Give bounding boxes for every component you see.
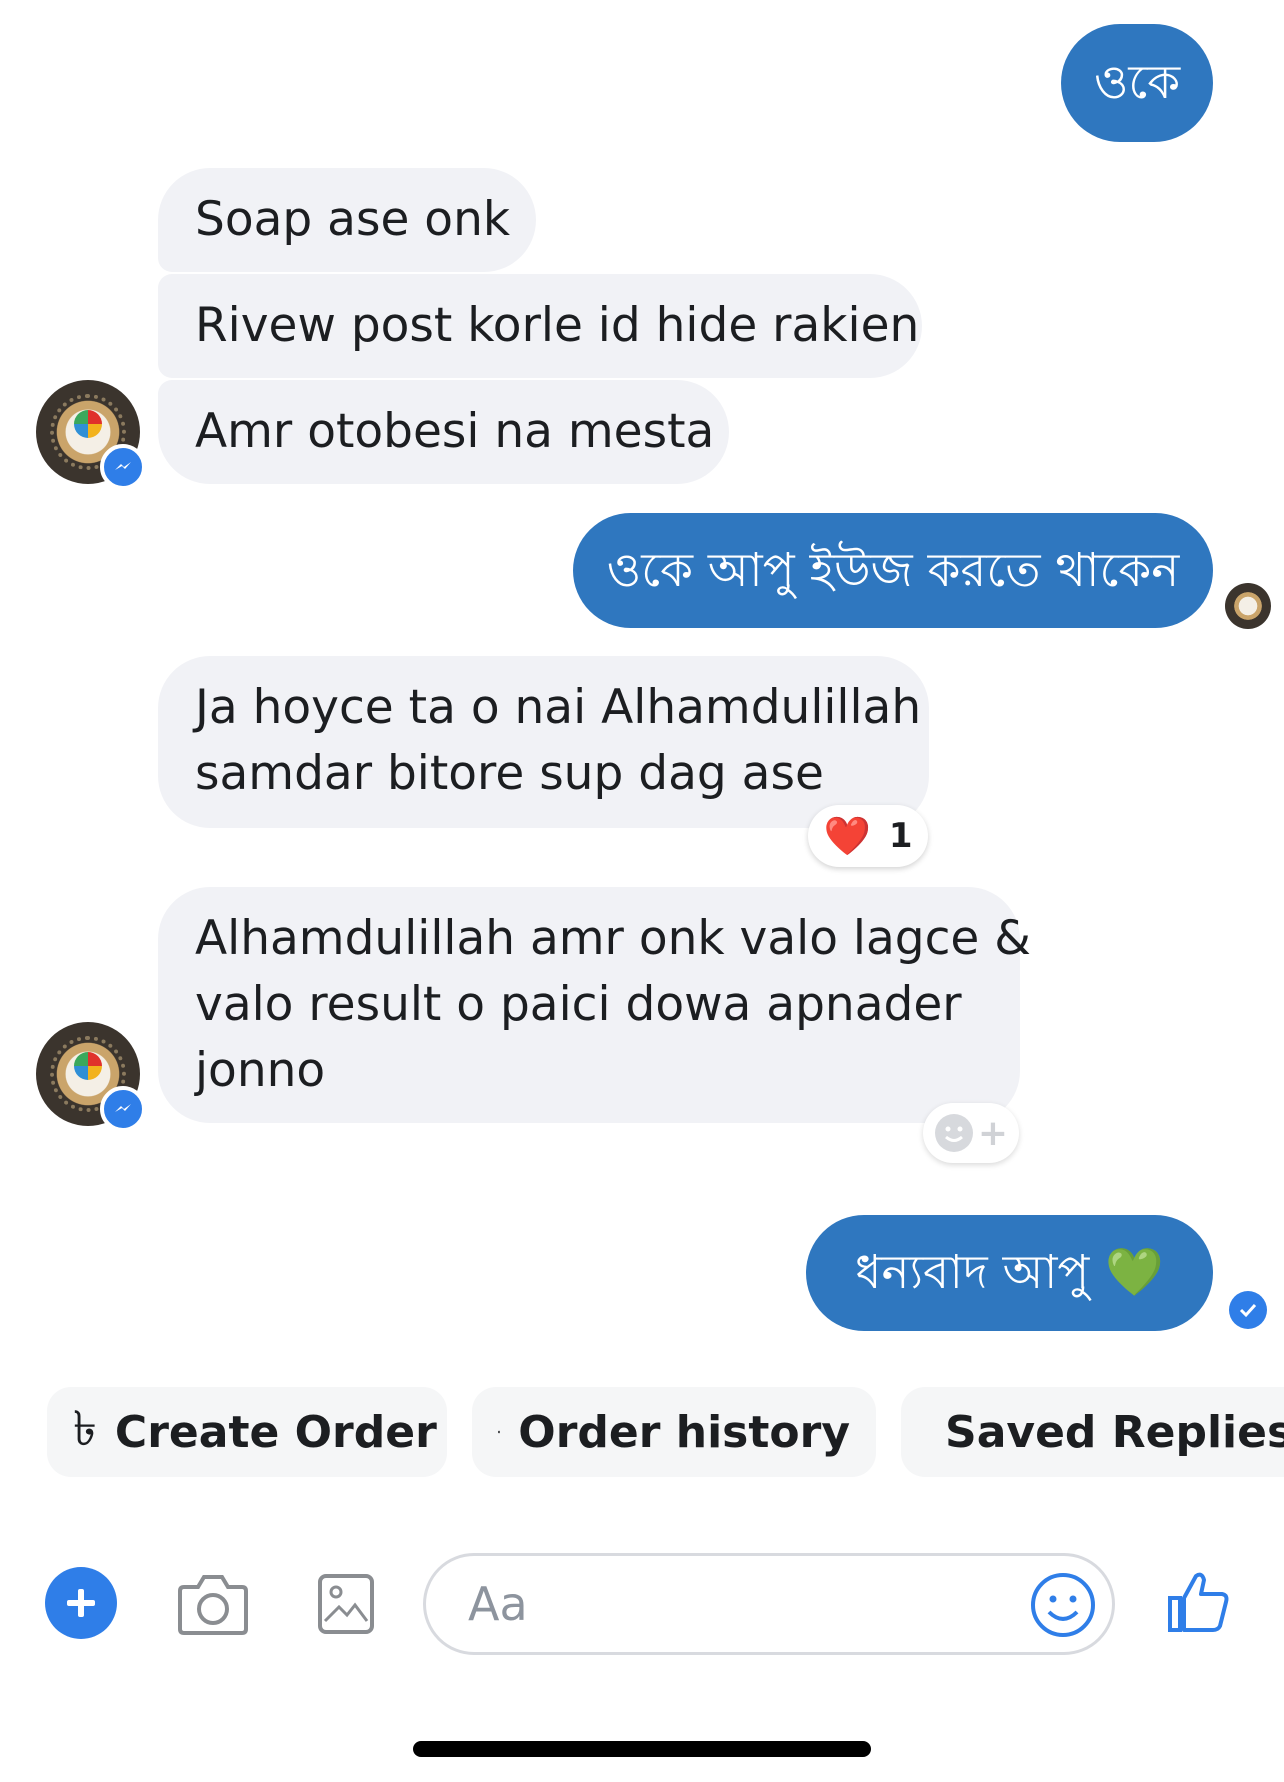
messenger-badge-icon — [100, 444, 146, 490]
reaction-count: 1 — [888, 816, 913, 856]
add-button[interactable] — [45, 1567, 117, 1639]
messenger-badge-icon — [100, 1086, 146, 1132]
order-history-button[interactable]: Order history — [472, 1387, 876, 1477]
list-document-icon — [498, 1430, 501, 1434]
create-order-button[interactable]: ৳ Create Order — [47, 1387, 447, 1477]
heart-emoji-icon: ❤️ — [823, 813, 871, 858]
emoji-icon — [1031, 1573, 1095, 1637]
home-indicator — [413, 1741, 871, 1757]
like-button[interactable] — [1166, 1568, 1232, 1634]
order-history-label: Order history — [518, 1406, 850, 1458]
smiley-icon — [934, 1114, 973, 1152]
message-text: Soap ase onk — [195, 192, 511, 247]
avatar-logo — [74, 410, 102, 438]
contact-avatar[interactable] — [36, 380, 146, 490]
incoming-message-bubble[interactable]: Ja hoyce ta o nai Alhamdulillah samdar b… — [158, 656, 929, 828]
create-order-label: Create Order — [114, 1406, 437, 1458]
message-text-line: jonno — [195, 1043, 326, 1098]
message-text-line: samdar bitore sup dag ase — [195, 746, 824, 801]
plus-icon: + — [977, 1112, 1009, 1154]
contact-avatar[interactable] — [36, 1022, 146, 1132]
incoming-message-bubble[interactable]: Rivew post korle id hide rakien — [158, 274, 922, 378]
saved-replies-label: Saved Replies — [945, 1406, 1284, 1458]
saved-replies-button[interactable]: Saved Replies — [901, 1387, 1284, 1477]
plus-icon — [67, 1589, 95, 1617]
green-heart-emoji-icon: 💚 — [1105, 1245, 1164, 1300]
camera-icon — [178, 1575, 248, 1635]
message-text-line: valo result o paici dowa apnader — [195, 977, 962, 1032]
add-reaction-button[interactable]: + — [923, 1103, 1019, 1163]
seen-avatar — [1225, 583, 1271, 629]
message-text: ধন্যবাদ আপু — [855, 1245, 1090, 1300]
message-input[interactable]: Aa — [423, 1553, 1115, 1655]
message-text: Amr otobesi na mesta — [195, 404, 715, 459]
avatar-logo — [74, 1052, 102, 1080]
message-text: Rivew post korle id hide rakien — [195, 298, 920, 353]
reaction-badge[interactable]: ❤️ 1 — [808, 805, 928, 867]
delivered-check-icon — [1229, 1291, 1267, 1329]
incoming-message-bubble[interactable]: Alhamdulillah amr onk valo lagce & valo … — [158, 887, 1031, 1123]
image-icon — [318, 1574, 374, 1634]
outgoing-message-bubble[interactable]: ধন্যবাদ আপু 💚 — [806, 1215, 1213, 1331]
message-input-placeholder: Aa — [468, 1577, 528, 1631]
outgoing-message-bubble[interactable]: ওকে — [1061, 24, 1213, 142]
gallery-button[interactable] — [317, 1573, 375, 1635]
message-text-line: Ja hoyce ta o nai Alhamdulillah — [195, 680, 922, 735]
incoming-message-bubble[interactable]: Amr otobesi na mesta — [158, 380, 729, 484]
message-text: ওকে আপু ইউজ করতে থাকেন — [606, 542, 1180, 598]
incoming-message-bubble[interactable]: Soap ase onk — [158, 168, 536, 272]
message-text-line: Alhamdulillah amr onk valo lagce & — [195, 911, 1031, 966]
thumbs-up-icon — [1168, 1572, 1229, 1632]
taka-icon: ৳ — [73, 1400, 97, 1457]
camera-button[interactable] — [176, 1571, 250, 1637]
outgoing-message-bubble[interactable]: ওকে আপু ইউজ করতে থাকেন — [573, 513, 1213, 628]
message-text: ওকে — [1093, 55, 1181, 110]
emoji-button[interactable] — [1030, 1572, 1096, 1638]
